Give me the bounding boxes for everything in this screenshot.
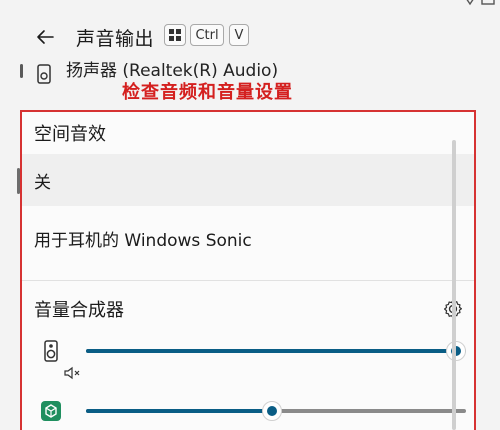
spatial-option-off[interactable]: 关 [22, 154, 474, 206]
slider-thumb[interactable] [262, 401, 282, 421]
partial-icon [466, 0, 495, 6]
app-cube-icon [41, 401, 61, 421]
slider-thumb[interactable] [446, 341, 466, 361]
divider [22, 280, 474, 281]
selection-indicator [17, 168, 20, 194]
settings-panel: 空间音效 关 用于耳机的 Windows Sonic 音量合成器 [22, 112, 474, 430]
back-button[interactable] [28, 20, 62, 54]
app-volume-slider-2[interactable] [86, 401, 466, 421]
arrow-left-icon [37, 30, 54, 44]
windows-key-icon [164, 24, 186, 46]
ctrl-key: Ctrl [190, 24, 224, 46]
spatial-option-windows-sonic[interactable]: 用于耳机的 Windows Sonic [22, 212, 474, 264]
page-title: 声音输出 [76, 28, 155, 50]
mute-icon[interactable] [64, 366, 82, 380]
v-key: V [229, 24, 249, 46]
slider-fill [86, 349, 466, 353]
speaker-icon [44, 340, 58, 362]
slider-fill [86, 409, 272, 413]
scrollbar[interactable] [452, 140, 456, 430]
speaker-icon [37, 64, 51, 84]
volume-flyout: 声音输出 Ctrl V 扬声器 (Realtek(R) Audio) 检查音频和… [0, 0, 500, 430]
spatial-audio-title: 空间音效 [34, 124, 106, 145]
app-volume-slider-1[interactable] [86, 341, 466, 361]
annotation-text: 检查音频和音量设置 [122, 82, 293, 103]
volume-mixer-title: 音量合成器 [34, 300, 124, 321]
